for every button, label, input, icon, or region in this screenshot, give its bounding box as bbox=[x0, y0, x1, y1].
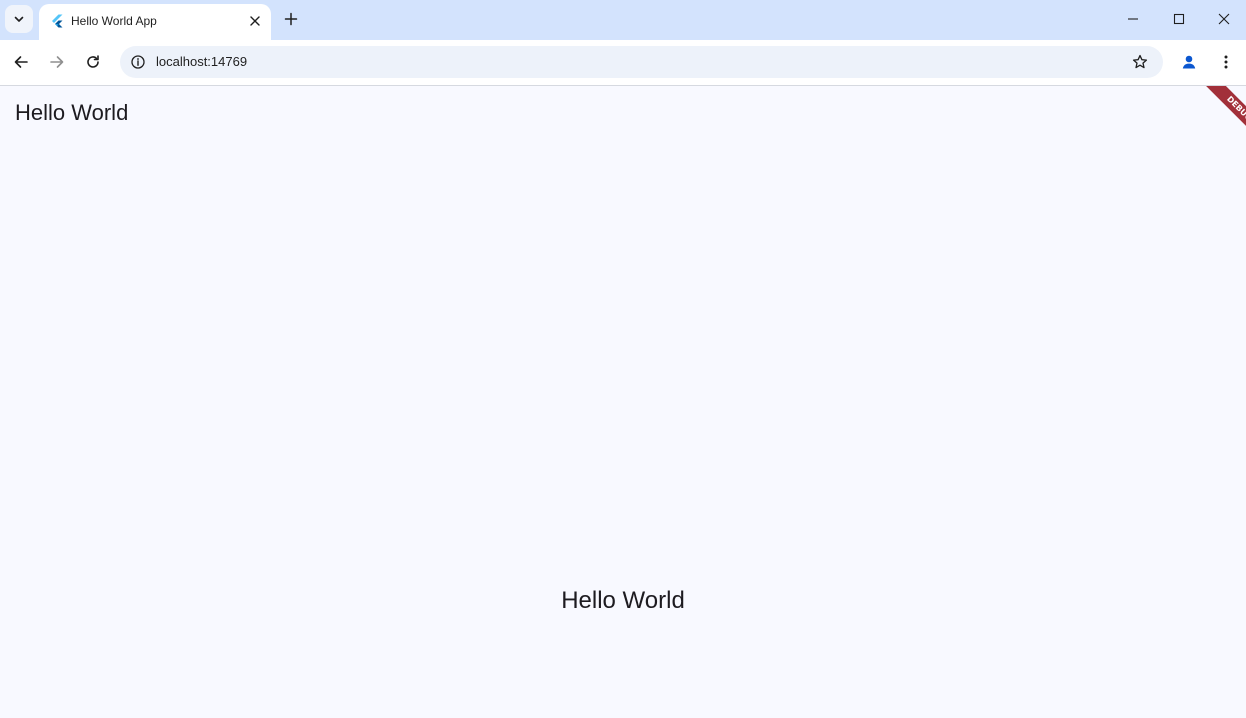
new-tab-button[interactable] bbox=[279, 7, 303, 31]
window-close-button[interactable] bbox=[1201, 0, 1246, 38]
forward-button[interactable] bbox=[45, 50, 69, 74]
close-icon bbox=[1218, 13, 1230, 25]
close-icon bbox=[250, 16, 260, 26]
tab-title: Hello World App bbox=[71, 14, 157, 28]
minimize-button[interactable] bbox=[1110, 0, 1156, 38]
debug-banner-label: DEBUG bbox=[1202, 86, 1246, 146]
person-icon bbox=[1182, 55, 1196, 69]
chevron-down-icon bbox=[14, 16, 24, 22]
debug-banner: DEBUG bbox=[1186, 86, 1246, 146]
more-vertical-icon bbox=[1224, 55, 1228, 69]
minimize-icon bbox=[1128, 18, 1138, 20]
tab-strip: Hello World App bbox=[0, 0, 1246, 40]
active-tab[interactable]: Hello World App bbox=[39, 4, 271, 40]
profile-button[interactable] bbox=[1177, 50, 1201, 74]
maximize-icon bbox=[1173, 13, 1185, 25]
browser-window: Hello World App localhost:14769 Hello Wo… bbox=[0, 0, 1246, 718]
bookmark-button[interactable] bbox=[1128, 50, 1152, 74]
back-button[interactable] bbox=[9, 50, 33, 74]
arrow-left-icon bbox=[14, 56, 28, 68]
reload-icon bbox=[87, 55, 99, 68]
maximize-button[interactable] bbox=[1156, 0, 1202, 38]
app-bar-title: Hello World bbox=[15, 100, 129, 125]
tab-search-button[interactable] bbox=[5, 5, 33, 33]
arrow-right-icon bbox=[50, 56, 64, 68]
reload-button[interactable] bbox=[81, 50, 105, 74]
site-info-button[interactable] bbox=[126, 50, 150, 74]
browser-toolbar: localhost:14769 bbox=[0, 40, 1246, 86]
url-text[interactable]: localhost:14769 bbox=[156, 54, 247, 70]
star-outline-icon bbox=[1132, 54, 1148, 69]
info-icon bbox=[131, 55, 145, 69]
flutter-logo-icon bbox=[52, 14, 63, 28]
address-bar[interactable]: localhost:14769 bbox=[120, 46, 1163, 78]
browser-menu-button[interactable] bbox=[1214, 50, 1238, 74]
plus-icon bbox=[284, 12, 298, 26]
body-text: Hello World bbox=[561, 587, 685, 614]
tab-close-button[interactable] bbox=[245, 11, 265, 31]
page-viewport: Hello World Hello World DEBUG bbox=[0, 86, 1246, 718]
